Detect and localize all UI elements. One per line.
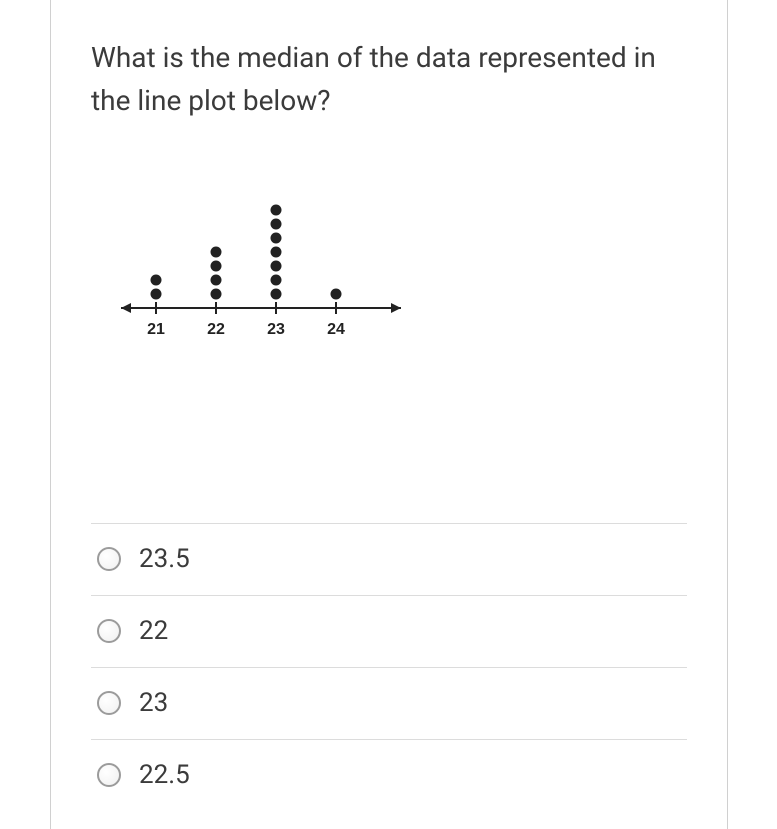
answer-option[interactable]: 23 xyxy=(91,667,687,739)
answer-label: 22.5 xyxy=(139,760,190,790)
svg-text:21: 21 xyxy=(147,321,165,338)
question-text: What is the median of the data represent… xyxy=(91,36,687,123)
radio-icon xyxy=(97,691,121,715)
svg-text:22: 22 xyxy=(207,321,225,338)
answer-option[interactable]: 23.5 xyxy=(91,523,687,595)
answer-list: 23.5 22 23 22.5 xyxy=(91,523,687,811)
radio-icon xyxy=(97,547,121,571)
answer-label: 23.5 xyxy=(139,544,190,574)
answer-label: 23 xyxy=(139,688,168,718)
line-plot-svg: 21 22 23 24 xyxy=(101,163,421,353)
radio-icon xyxy=(97,763,121,787)
line-plot: 21 22 23 24 xyxy=(91,163,687,513)
answer-option[interactable]: 22.5 xyxy=(91,739,687,811)
svg-text:24: 24 xyxy=(327,321,345,338)
question-panel: What is the median of the data represent… xyxy=(50,0,728,829)
radio-icon xyxy=(97,619,121,643)
answer-option[interactable]: 22 xyxy=(91,595,687,667)
svg-text:23: 23 xyxy=(267,321,285,338)
answer-label: 22 xyxy=(139,616,168,646)
